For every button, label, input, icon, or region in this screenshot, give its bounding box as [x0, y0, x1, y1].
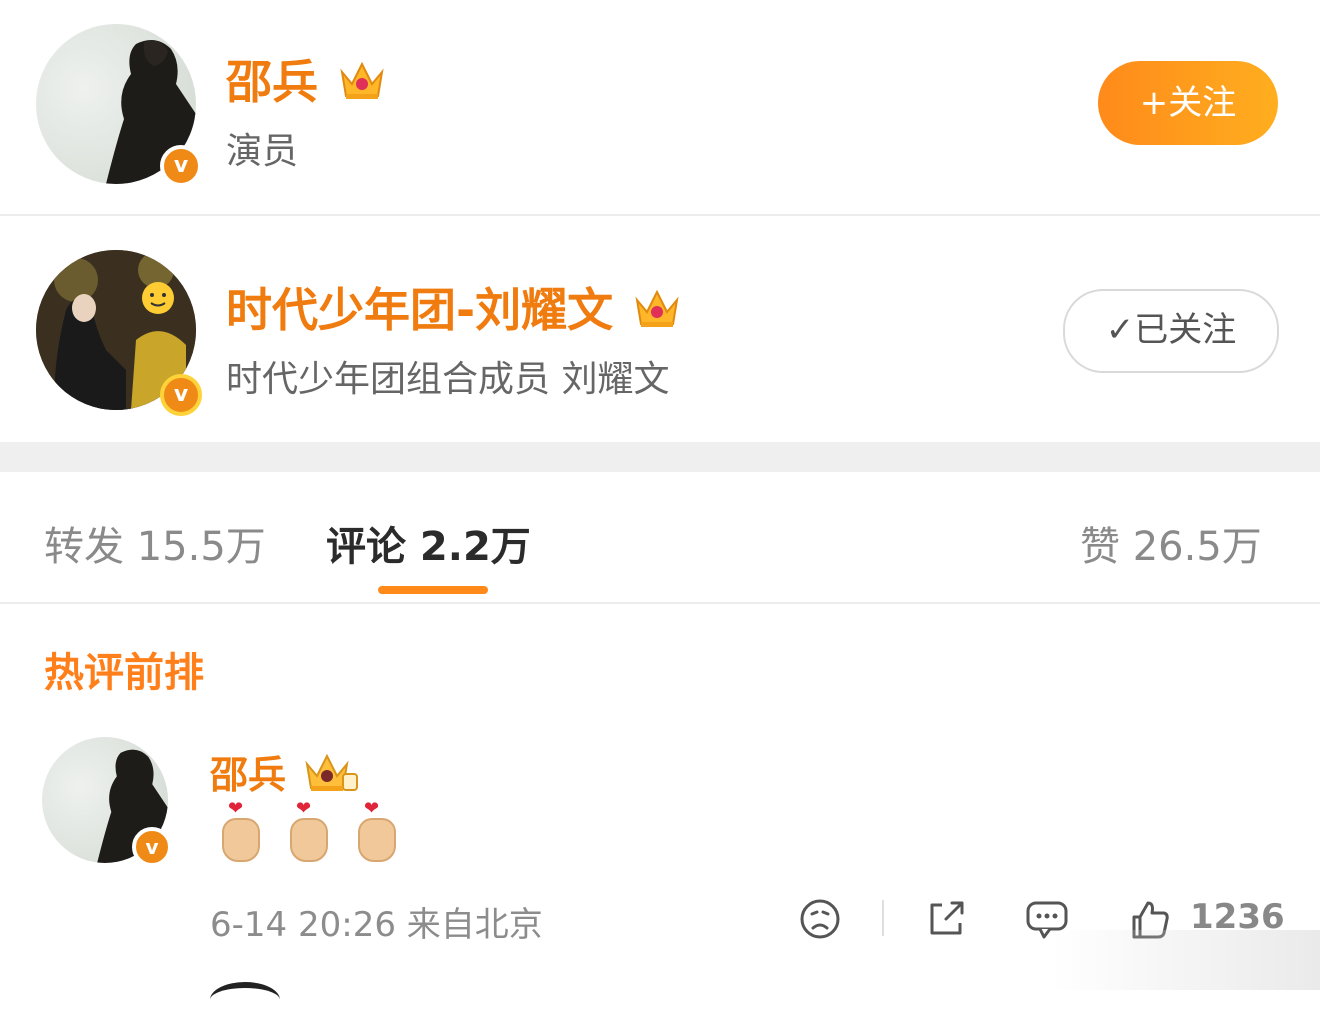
crown-icon [303, 752, 359, 803]
user-description: 时代少年团组合成员 刘耀文 [226, 359, 670, 400]
verified-badge-icon: v [160, 374, 202, 416]
user-name-label: 时代少年团-刘耀文 [226, 283, 614, 337]
user-name-label: 邵兵 [226, 55, 318, 109]
crown-icon [338, 58, 386, 113]
tab-like[interactable]: 赞 26.5万 [1080, 514, 1262, 572]
user-name[interactable]: 邵兵 [226, 46, 386, 113]
verified-badge-icon: v [132, 827, 172, 867]
next-comment-avatar [210, 982, 280, 1018]
finger-heart-icon: ❤ [284, 800, 328, 862]
tab-comment[interactable]: 评论 2.2万 [326, 514, 531, 572]
verified-badge-icon: v [160, 145, 202, 187]
crown-icon [633, 286, 681, 341]
comment-author[interactable]: 邵兵 [210, 744, 359, 803]
section-separator [0, 442, 1320, 472]
share-icon[interactable] [924, 897, 968, 941]
tab-repost[interactable]: 转发 15.5万 [44, 514, 266, 572]
user-description: 演员 [226, 131, 299, 172]
dislike-emoji-icon[interactable] [798, 897, 842, 941]
finger-heart-icon: ❤ [216, 800, 260, 862]
followed-button[interactable]: ✓已关注 [1063, 289, 1279, 373]
divider [0, 214, 1320, 216]
follow-button[interactable]: +关注 [1098, 61, 1278, 145]
divider [882, 900, 884, 936]
active-tab-indicator [378, 586, 488, 594]
comment-author-label: 邵兵 [210, 753, 287, 797]
comment-content: ❤ ❤ ❤ [216, 800, 396, 862]
finger-heart-icon: ❤ [352, 800, 396, 862]
hot-comments-title: 热评前排 [44, 650, 204, 696]
divider [0, 602, 1320, 604]
comment-meta: 6-14 20:26 来自北京 [210, 905, 543, 945]
scroll-fade [1050, 930, 1320, 990]
user-name[interactable]: 时代少年团-刘耀文 [226, 274, 681, 341]
